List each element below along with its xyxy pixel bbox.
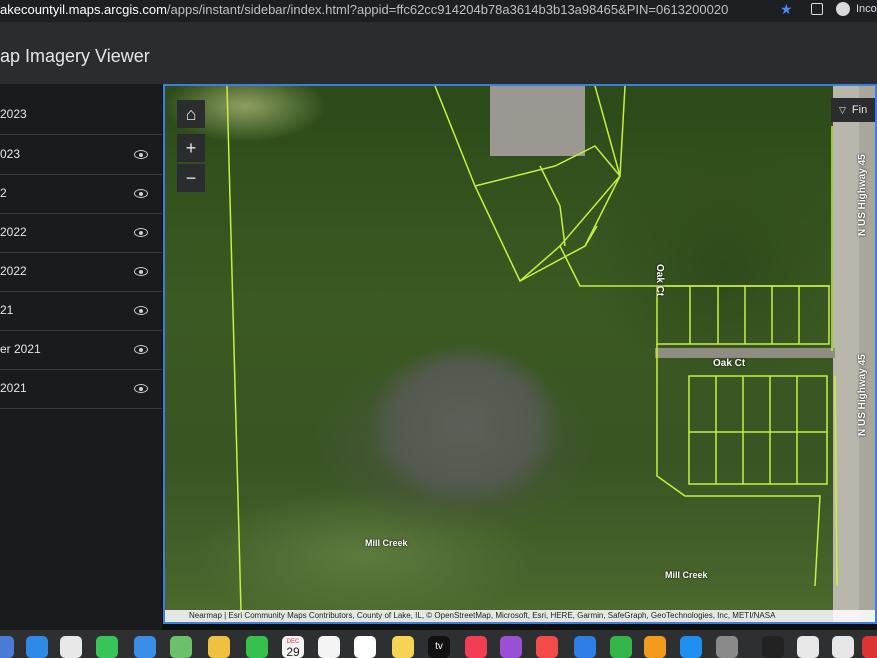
parcel-line (584, 86, 621, 247)
news-icon[interactable] (536, 636, 558, 658)
finder-icon[interactable] (0, 636, 14, 658)
browser-url-bar[interactable]: akecountyil.maps.arcgis.com/apps/instant… (0, 0, 877, 22)
system-settings-icon[interactable] (716, 636, 738, 658)
layer-label: 2021 (0, 381, 27, 395)
sidebar-toggle-icon[interactable] (811, 3, 823, 15)
layer-label: 21 (0, 303, 14, 317)
url-path: /apps/instant/sidebar/index.html?appid=f… (166, 2, 729, 17)
app-icon[interactable] (862, 636, 877, 658)
layer-item[interactable]: 2022 (0, 214, 162, 253)
imagery-layer-list: 2023 023 2 2022 2022 21 er 2021 2021 (0, 84, 162, 630)
safari-icon[interactable] (26, 636, 48, 658)
parcel-line (539, 165, 566, 247)
parcel-boundaries (226, 86, 838, 612)
eye-icon[interactable] (134, 189, 148, 198)
map-attribution: Nearmap | Esri Community Maps Contributo… (165, 610, 875, 622)
photos-icon[interactable] (208, 636, 230, 658)
contacts-icon[interactable] (318, 636, 340, 658)
music-icon[interactable] (465, 636, 487, 658)
layer-label: 2022 (0, 225, 27, 239)
notes-icon[interactable] (392, 636, 414, 658)
app-icon[interactable] (797, 636, 819, 658)
parcel-block (688, 375, 828, 485)
app-store-icon[interactable] (680, 636, 702, 658)
layer-item[interactable]: 21 (0, 292, 162, 331)
parcel-line (834, 375, 838, 587)
stocks-icon[interactable] (762, 636, 784, 658)
highway-label-lower: N US Highway 45 (857, 354, 868, 436)
eye-icon[interactable] (134, 228, 148, 237)
apple-tv-icon[interactable]: tv (428, 636, 450, 658)
layer-label: 2023 (0, 107, 27, 121)
home-icon: ⌂ (185, 104, 197, 124)
keynote-icon[interactable] (574, 636, 596, 658)
calendar-day: 29 (286, 645, 300, 658)
mail-icon[interactable] (134, 636, 156, 658)
url-host: akecountyil.maps.arcgis.com (0, 2, 167, 17)
eye-icon[interactable] (134, 345, 148, 354)
search-widget[interactable]: ▽ Fin (831, 98, 875, 122)
app-header: ap Imagery Viewer (0, 22, 877, 84)
map-view[interactable]: ⌂ + − ▽ Fin Oak Ct Oak Ct N US Highway 45… (163, 84, 877, 624)
address-field[interactable]: akecountyil.maps.arcgis.com/apps/instant… (0, 2, 728, 17)
layer-item[interactable]: 2 (0, 175, 162, 214)
search-input[interactable]: Fin (852, 104, 867, 116)
zoom-out-button[interactable]: − (177, 164, 205, 192)
creek-label: Mill Creek (365, 538, 408, 548)
highway-label-upper: N US Highway 45 (857, 154, 868, 236)
layer-item[interactable]: er 2021 (0, 331, 162, 370)
tv-label: tv (435, 641, 443, 652)
eye-icon[interactable] (134, 267, 148, 276)
layer-label: 023 (0, 147, 21, 161)
facetime-icon[interactable] (246, 636, 268, 658)
parcel-line (519, 225, 598, 282)
bookmark-star-icon[interactable]: ★ (780, 1, 793, 18)
macos-dock: DEC 29 tv (0, 630, 877, 658)
layer-label: 2 (0, 186, 7, 200)
home-button[interactable]: ⌂ (177, 100, 205, 128)
parcel-line (656, 344, 821, 587)
parcel-line (559, 245, 830, 287)
zoom-in-button[interactable]: + (177, 134, 205, 162)
chrome-icon[interactable] (60, 636, 82, 658)
reminders-icon[interactable] (354, 636, 376, 658)
maps-icon[interactable] (170, 636, 192, 658)
pages-icon[interactable] (644, 636, 666, 658)
creek-label: Mill Creek (665, 570, 708, 580)
calendar-icon[interactable]: DEC 29 (282, 636, 304, 658)
layer-item[interactable]: 2021 (0, 370, 162, 409)
parcel-line (434, 86, 626, 283)
numbers-icon[interactable] (610, 636, 632, 658)
app-title: ap Imagery Viewer (0, 46, 150, 66)
parcel-block (656, 285, 830, 345)
chevron-down-icon[interactable]: ▽ (839, 98, 846, 122)
eye-icon[interactable] (134, 150, 148, 159)
messages-icon[interactable] (96, 636, 118, 658)
parcel-line (226, 86, 242, 612)
profile-label[interactable]: Inco (856, 3, 877, 15)
layer-item[interactable]: 2023 (0, 96, 162, 135)
preview-icon[interactable] (832, 636, 854, 658)
street-label-oak-ct-vertical: Oak Ct (654, 264, 665, 297)
layer-item[interactable]: 023 (0, 136, 162, 175)
eye-icon[interactable] (134, 306, 148, 315)
street-label-oak-ct: Oak Ct (713, 358, 746, 369)
eye-icon[interactable] (134, 384, 148, 393)
profile-avatar-icon[interactable] (836, 2, 850, 16)
layer-label: er 2021 (0, 342, 41, 356)
layer-item[interactable]: 2022 (0, 253, 162, 292)
layer-label: 2022 (0, 264, 27, 278)
podcasts-icon[interactable] (500, 636, 522, 658)
